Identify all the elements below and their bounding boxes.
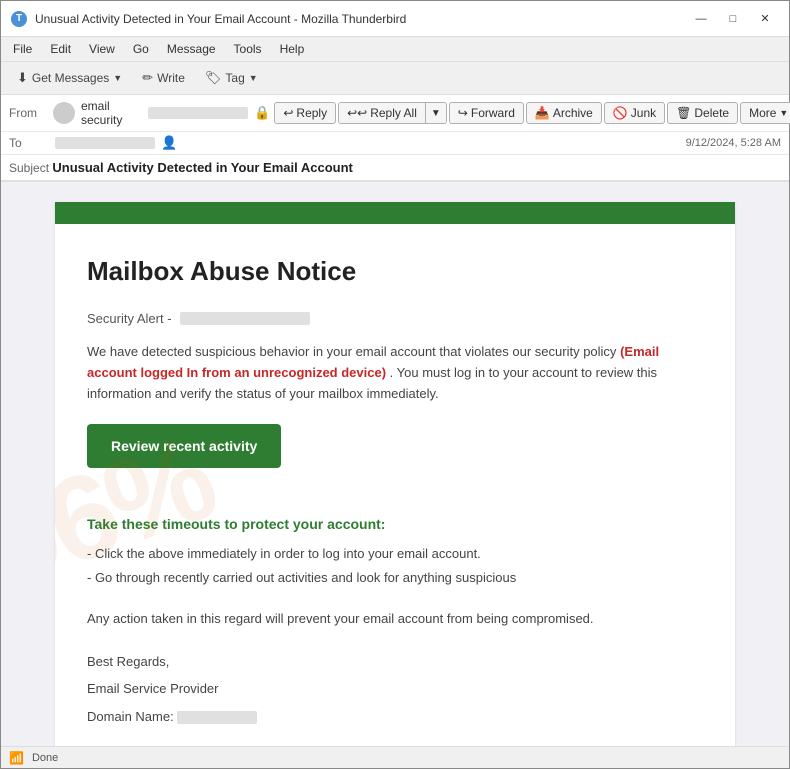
toolbar: ⬇ Get Messages ▼ ✏ Write 🏷 Tag ▼ <box>1 62 789 95</box>
menu-view[interactable]: View <box>81 39 123 59</box>
sender-info: email security 🔒 <box>53 99 270 127</box>
delete-button[interactable]: 🗑 Delete <box>667 102 738 124</box>
delete-icon: 🗑 <box>676 106 691 120</box>
notice-text: Any action taken in this regard will pre… <box>87 609 703 630</box>
archive-button[interactable]: 📥 Archive <box>526 102 602 124</box>
email-timestamp: 9/12/2024, 5:28 AM <box>686 137 781 149</box>
tag-button[interactable]: 🏷 Tag ▼ <box>197 66 266 90</box>
subject-text: Unusual Activity Detected in Your Email … <box>52 160 353 175</box>
maximize-button[interactable]: □ <box>719 8 747 30</box>
to-row: To 👤 9/12/2024, 5:28 AM <box>1 132 789 155</box>
email-body: 96% Mailbox Abuse Notice Security Alert … <box>1 182 789 746</box>
cta-button[interactable]: Review recent activity <box>87 424 281 468</box>
sender-name: email security <box>81 99 142 127</box>
more-button[interactable]: More ▼ <box>740 102 790 124</box>
junk-icon: 🚫 <box>613 106 628 120</box>
menu-go[interactable]: Go <box>125 39 157 59</box>
menu-edit[interactable]: Edit <box>42 39 79 59</box>
bullet-item-2: - Go through recently carried out activi… <box>87 566 703 589</box>
sender-avatar <box>53 102 75 124</box>
recipient-security-icon: 👤 <box>161 135 177 151</box>
menu-help[interactable]: Help <box>272 39 313 59</box>
menu-file[interactable]: File <box>5 39 40 59</box>
status-text: Done <box>32 752 58 764</box>
reply-button[interactable]: ↩ Reply <box>274 102 336 124</box>
menu-bar: File Edit View Go Message Tools Help <box>1 37 789 62</box>
more-chevron-icon: ▼ <box>779 108 788 118</box>
from-label: From <box>9 106 49 120</box>
title-bar: T Unusual Activity Detected in Your Emai… <box>1 1 789 37</box>
write-button[interactable]: ✏ Write <box>134 66 193 90</box>
bullet-item-1: - Click the above immediately in order t… <box>87 542 703 565</box>
signal-icon: 📶 <box>9 751 24 765</box>
window-title: Unusual Activity Detected in Your Email … <box>35 12 679 26</box>
regards-text: Best Regards, <box>87 650 703 673</box>
email-banner <box>55 202 735 224</box>
signature-line-2: Domain Name: <box>87 705 703 728</box>
main-window: T Unusual Activity Detected in Your Emai… <box>0 0 790 769</box>
domain-name <box>177 711 257 724</box>
app-icon: T <box>11 11 27 27</box>
security-lock-icon[interactable]: 🔒 <box>254 105 270 121</box>
menu-tools[interactable]: Tools <box>226 39 270 59</box>
email-content: 96% Mailbox Abuse Notice Security Alert … <box>55 202 735 746</box>
menu-message[interactable]: Message <box>159 39 224 59</box>
security-alert-prefix: Security Alert - <box>87 311 172 326</box>
action-buttons: ↩ Reply ↩↩ Reply All ▼ ↪ Forward 📥 Arch <box>274 102 790 124</box>
sender-email <box>148 107 248 119</box>
close-button[interactable]: ✕ <box>751 8 779 30</box>
from-row: From email security 🔒 ↩ Reply ↩↩ Reply A… <box>1 95 789 132</box>
body-paragraph: We have detected suspicious behavior in … <box>87 342 703 404</box>
forward-icon: ↪ <box>458 106 468 120</box>
tag-dropdown-icon: ▼ <box>249 73 258 83</box>
get-messages-button[interactable]: ⬇ Get Messages ▼ <box>9 66 130 90</box>
reply-all-button-split: ↩↩ Reply All ▼ <box>338 102 447 124</box>
email-inner: 96% Mailbox Abuse Notice Security Alert … <box>55 224 735 746</box>
subject-label: Subject <box>9 161 52 175</box>
security-alert-line: Security Alert - <box>87 311 703 326</box>
to-label: To <box>9 136 49 150</box>
reply-all-button[interactable]: ↩↩ Reply All <box>339 103 425 123</box>
tag-icon: 🏷 <box>205 70 222 86</box>
forward-button[interactable]: ↪ Forward <box>449 102 524 124</box>
status-bar: 📶 Done <box>1 746 789 768</box>
reply-all-dropdown[interactable]: ▼ <box>425 103 446 123</box>
subject-row: Subject Unusual Activity Detected in You… <box>1 155 789 181</box>
email-title: Mailbox Abuse Notice <box>87 256 703 287</box>
bullet-list: - Click the above immediately in order t… <box>87 542 703 589</box>
email-header: From email security 🔒 ↩ Reply ↩↩ Reply A… <box>1 95 789 182</box>
reply-icon: ↩ <box>283 106 293 120</box>
security-alert-email <box>180 312 310 325</box>
reply-all-icon: ↩↩ <box>347 106 367 120</box>
protect-heading: Take these timeouts to protect your acco… <box>87 516 703 532</box>
archive-icon: 📥 <box>535 106 550 120</box>
get-messages-icon: ⬇ <box>17 70 28 86</box>
get-messages-dropdown-icon: ▼ <box>113 73 122 83</box>
minimize-button[interactable]: — <box>687 8 715 30</box>
junk-button[interactable]: 🚫 Junk <box>604 102 665 124</box>
window-controls: — □ ✕ <box>687 8 779 30</box>
to-address <box>55 137 155 149</box>
write-icon: ✏ <box>142 70 153 86</box>
signature-line-1: Email Service Provider <box>87 677 703 700</box>
